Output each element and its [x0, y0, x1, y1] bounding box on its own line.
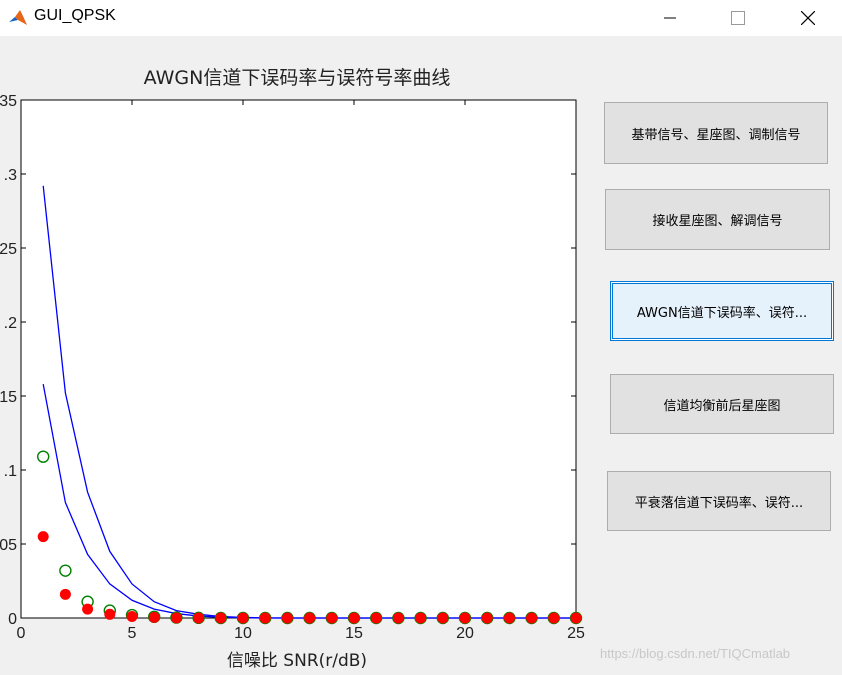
data-point-series-3: [370, 612, 382, 624]
data-point-series-3: [104, 608, 116, 620]
data-point-series-3: [481, 612, 493, 624]
data-point-series-3: [503, 612, 515, 624]
button-label: 平衰落信道下误码率、误符...: [634, 495, 804, 511]
data-point-series-3: [415, 612, 427, 624]
button-label: 基带信号、星座图、调制信号: [631, 127, 801, 143]
data-point-series-3: [82, 603, 94, 615]
data-point-series-3: [437, 612, 449, 624]
button-label: 接收星座图、解调信号: [652, 214, 783, 229]
data-point-series-3: [215, 612, 227, 624]
receive-constellation-button[interactable]: 接收星座图、解调信号: [605, 189, 830, 250]
y-tick-label: .3: [4, 167, 17, 184]
x-tick-label: 20: [456, 625, 474, 642]
x-tick-label: 25: [567, 625, 585, 642]
minimize-button[interactable]: [647, 0, 693, 36]
title-bar: GUI_QPSK: [0, 0, 842, 36]
close-icon: [801, 11, 815, 25]
y-tick-label: .05: [0, 537, 17, 554]
window-title: GUI_QPSK: [34, 7, 116, 24]
button-label: AWGN信道下误码率、误符...: [636, 305, 808, 321]
x-tick-label: 15: [345, 625, 363, 642]
data-point-series-3: [570, 612, 582, 624]
data-point-series-3: [326, 612, 338, 624]
data-point-series-3: [526, 612, 538, 624]
data-point-series-3: [126, 611, 138, 623]
minimize-icon: [664, 17, 676, 19]
axes-background: [20, 99, 577, 619]
x-tick-label: 5: [128, 625, 137, 642]
y-tick-label: .1: [4, 463, 17, 480]
watermark-text: https://blog.csdn.net/TIQCmatlab: [600, 646, 791, 661]
data-point-series-3: [304, 612, 316, 624]
x-tick-label: 10: [234, 625, 252, 642]
data-point-series-3: [237, 612, 249, 624]
y-tick-label: 35: [0, 93, 17, 110]
y-tick-label: .25: [0, 241, 17, 258]
close-button[interactable]: [785, 0, 831, 36]
x-tick-label: 0: [17, 625, 26, 642]
chart-title: AWGN信道下误码率与误符号率曲线: [144, 67, 451, 89]
data-point-series-3: [193, 612, 205, 624]
y-tick-label: 0: [8, 611, 17, 628]
matlab-icon: [9, 10, 27, 25]
equalization-constellation-button[interactable]: 信道均衡前后星座图: [610, 374, 834, 434]
data-point-series-3: [392, 612, 404, 624]
y-tick-label: .15: [0, 389, 17, 406]
maximize-button[interactable]: [715, 0, 761, 36]
data-point-series-3: [59, 588, 71, 600]
baseband-constellation-button[interactable]: 基带信号、星座图、调制信号: [604, 102, 828, 164]
ber-chart: 0 5 10 15 20 25 0 .05 .1 .15 .2 .25 .3 35 AWGN信道下误码率与…: [0, 67, 585, 671]
x-axis-label: 信噪比 SNR(r/dB): [227, 651, 367, 671]
button-label: 信道均衡前后星座图: [663, 398, 781, 414]
figure-area: 0 5 10 15 20 25 0 .05 .1 .15 .2 .25 .3 35 AWGN信道下误码率与…: [0, 36, 842, 675]
data-point-series-3: [148, 611, 160, 623]
data-point-series-3: [37, 531, 49, 543]
data-point-series-3: [459, 612, 471, 624]
flat-fading-ber-button[interactable]: 平衰落信道下误码率、误符...: [607, 471, 831, 531]
data-point-series-3: [548, 612, 560, 624]
y-tick-label: .2: [4, 315, 17, 332]
awgn-ber-button[interactable]: AWGN信道下误码率、误符...: [610, 281, 834, 341]
data-point-series-3: [348, 612, 360, 624]
data-point-series-3: [281, 612, 293, 624]
data-point-series-3: [170, 612, 182, 624]
data-point-series-3: [259, 612, 271, 624]
maximize-icon: [731, 11, 745, 25]
